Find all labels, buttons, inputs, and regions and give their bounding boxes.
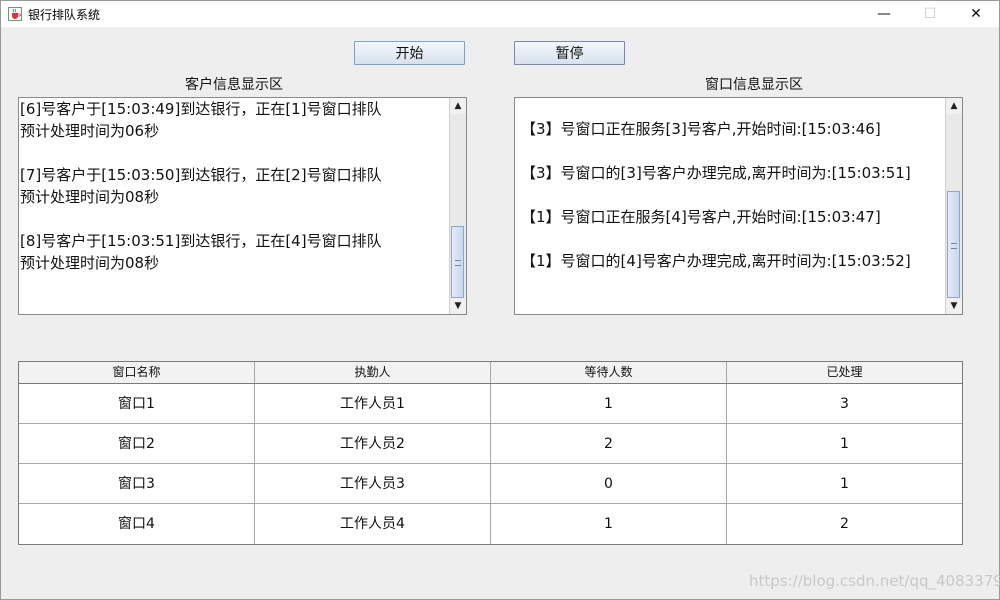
maximize-icon: ☐ [923,6,937,22]
table-cell: 工作人员1 [255,384,491,424]
close-icon: ✕ [970,6,982,22]
title-bar[interactable]: 银行排队系统 — ☐ ✕ [1,1,999,27]
column-header[interactable]: 等待人数 [491,362,727,383]
scroll-up-icon[interactable]: ▲ [946,98,962,114]
start-button[interactable]: 开始 [354,41,465,65]
window-info-textarea[interactable]: 【3】号窗口正在服务[3]号客户,开始时间:[15:03:46] 【3】号窗口的… [514,97,963,315]
customer-info-scrollbar[interactable]: ▲ ▼ [449,98,466,314]
table-cell: 1 [491,384,727,424]
scroll-thumb[interactable] [451,226,464,298]
customer-info-textarea[interactable]: [6]号客户于[15:03:49]到达银行，正在[1]号窗口排队 预计处理时间为… [18,97,467,315]
window-title: 银行排队系统 [28,8,101,22]
app-window: 银行排队系统 — ☐ ✕ 开始 暂停 客户信息显示区 窗口信息显示区 [6]号客… [0,0,1000,600]
watermark: https://blog.csdn.net/qq_40833790 [749,572,1000,590]
customer-info-text: [6]号客户于[15:03:49]到达银行，正在[1]号窗口排队 预计处理时间为… [20,100,382,272]
table-cell: 0 [491,464,727,504]
scroll-thumb[interactable] [947,191,960,298]
table-cell: 3 [840,396,849,412]
column-header[interactable]: 已处理 [727,362,962,383]
table-row[interactable]: 窗口1 工作人员1 1 3 [19,384,962,424]
scroll-up-icon[interactable]: ▲ [450,98,466,114]
table-cell: 窗口2 [19,424,255,464]
window-info-text: 【3】号窗口正在服务[3]号客户,开始时间:[15:03:46] 【3】号窗口的… [521,120,911,270]
table-cell: 1 [840,476,849,492]
window-status-table: 窗口名称 执勤人 等待人数 已处理 窗口1 工作人员1 1 3 窗口2 工作人员… [18,361,963,545]
minimize-icon: — [877,6,891,22]
maximize-button[interactable]: ☐ [907,1,953,27]
pause-button[interactable]: 暂停 [514,41,625,65]
scroll-down-icon[interactable]: ▼ [946,298,962,314]
table-cell: 1 [840,436,849,452]
table-row[interactable]: 窗口3 工作人员3 0 1 [19,464,962,504]
table-cell: 工作人员3 [255,464,491,504]
table-cell: 2 [840,516,849,532]
minimize-button[interactable]: — [861,1,907,27]
window-info-scrollbar[interactable]: ▲ ▼ [945,98,962,314]
customer-area-label: 客户信息显示区 [185,77,283,93]
close-button[interactable]: ✕ [953,1,999,27]
table-cell: 2 [491,424,727,464]
table-header: 窗口名称 执勤人 等待人数 已处理 [19,362,962,384]
scroll-down-icon[interactable]: ▼ [450,298,466,314]
table-cell: 窗口1 [19,384,255,424]
table-row[interactable]: 窗口2 工作人员2 2 1 [19,424,962,464]
java-cup-icon [8,7,22,21]
table-cell: 工作人员4 [255,504,491,544]
table-row[interactable]: 窗口4 工作人员4 1 2 [19,504,962,544]
table-cell: 1 [491,504,727,544]
table-cell: 工作人员2 [255,424,491,464]
window-area-label: 窗口信息显示区 [705,77,803,93]
table-cell: 窗口3 [19,464,255,504]
table-cell: 窗口4 [19,504,255,544]
column-header[interactable]: 窗口名称 [19,362,255,383]
column-header[interactable]: 执勤人 [255,362,491,383]
